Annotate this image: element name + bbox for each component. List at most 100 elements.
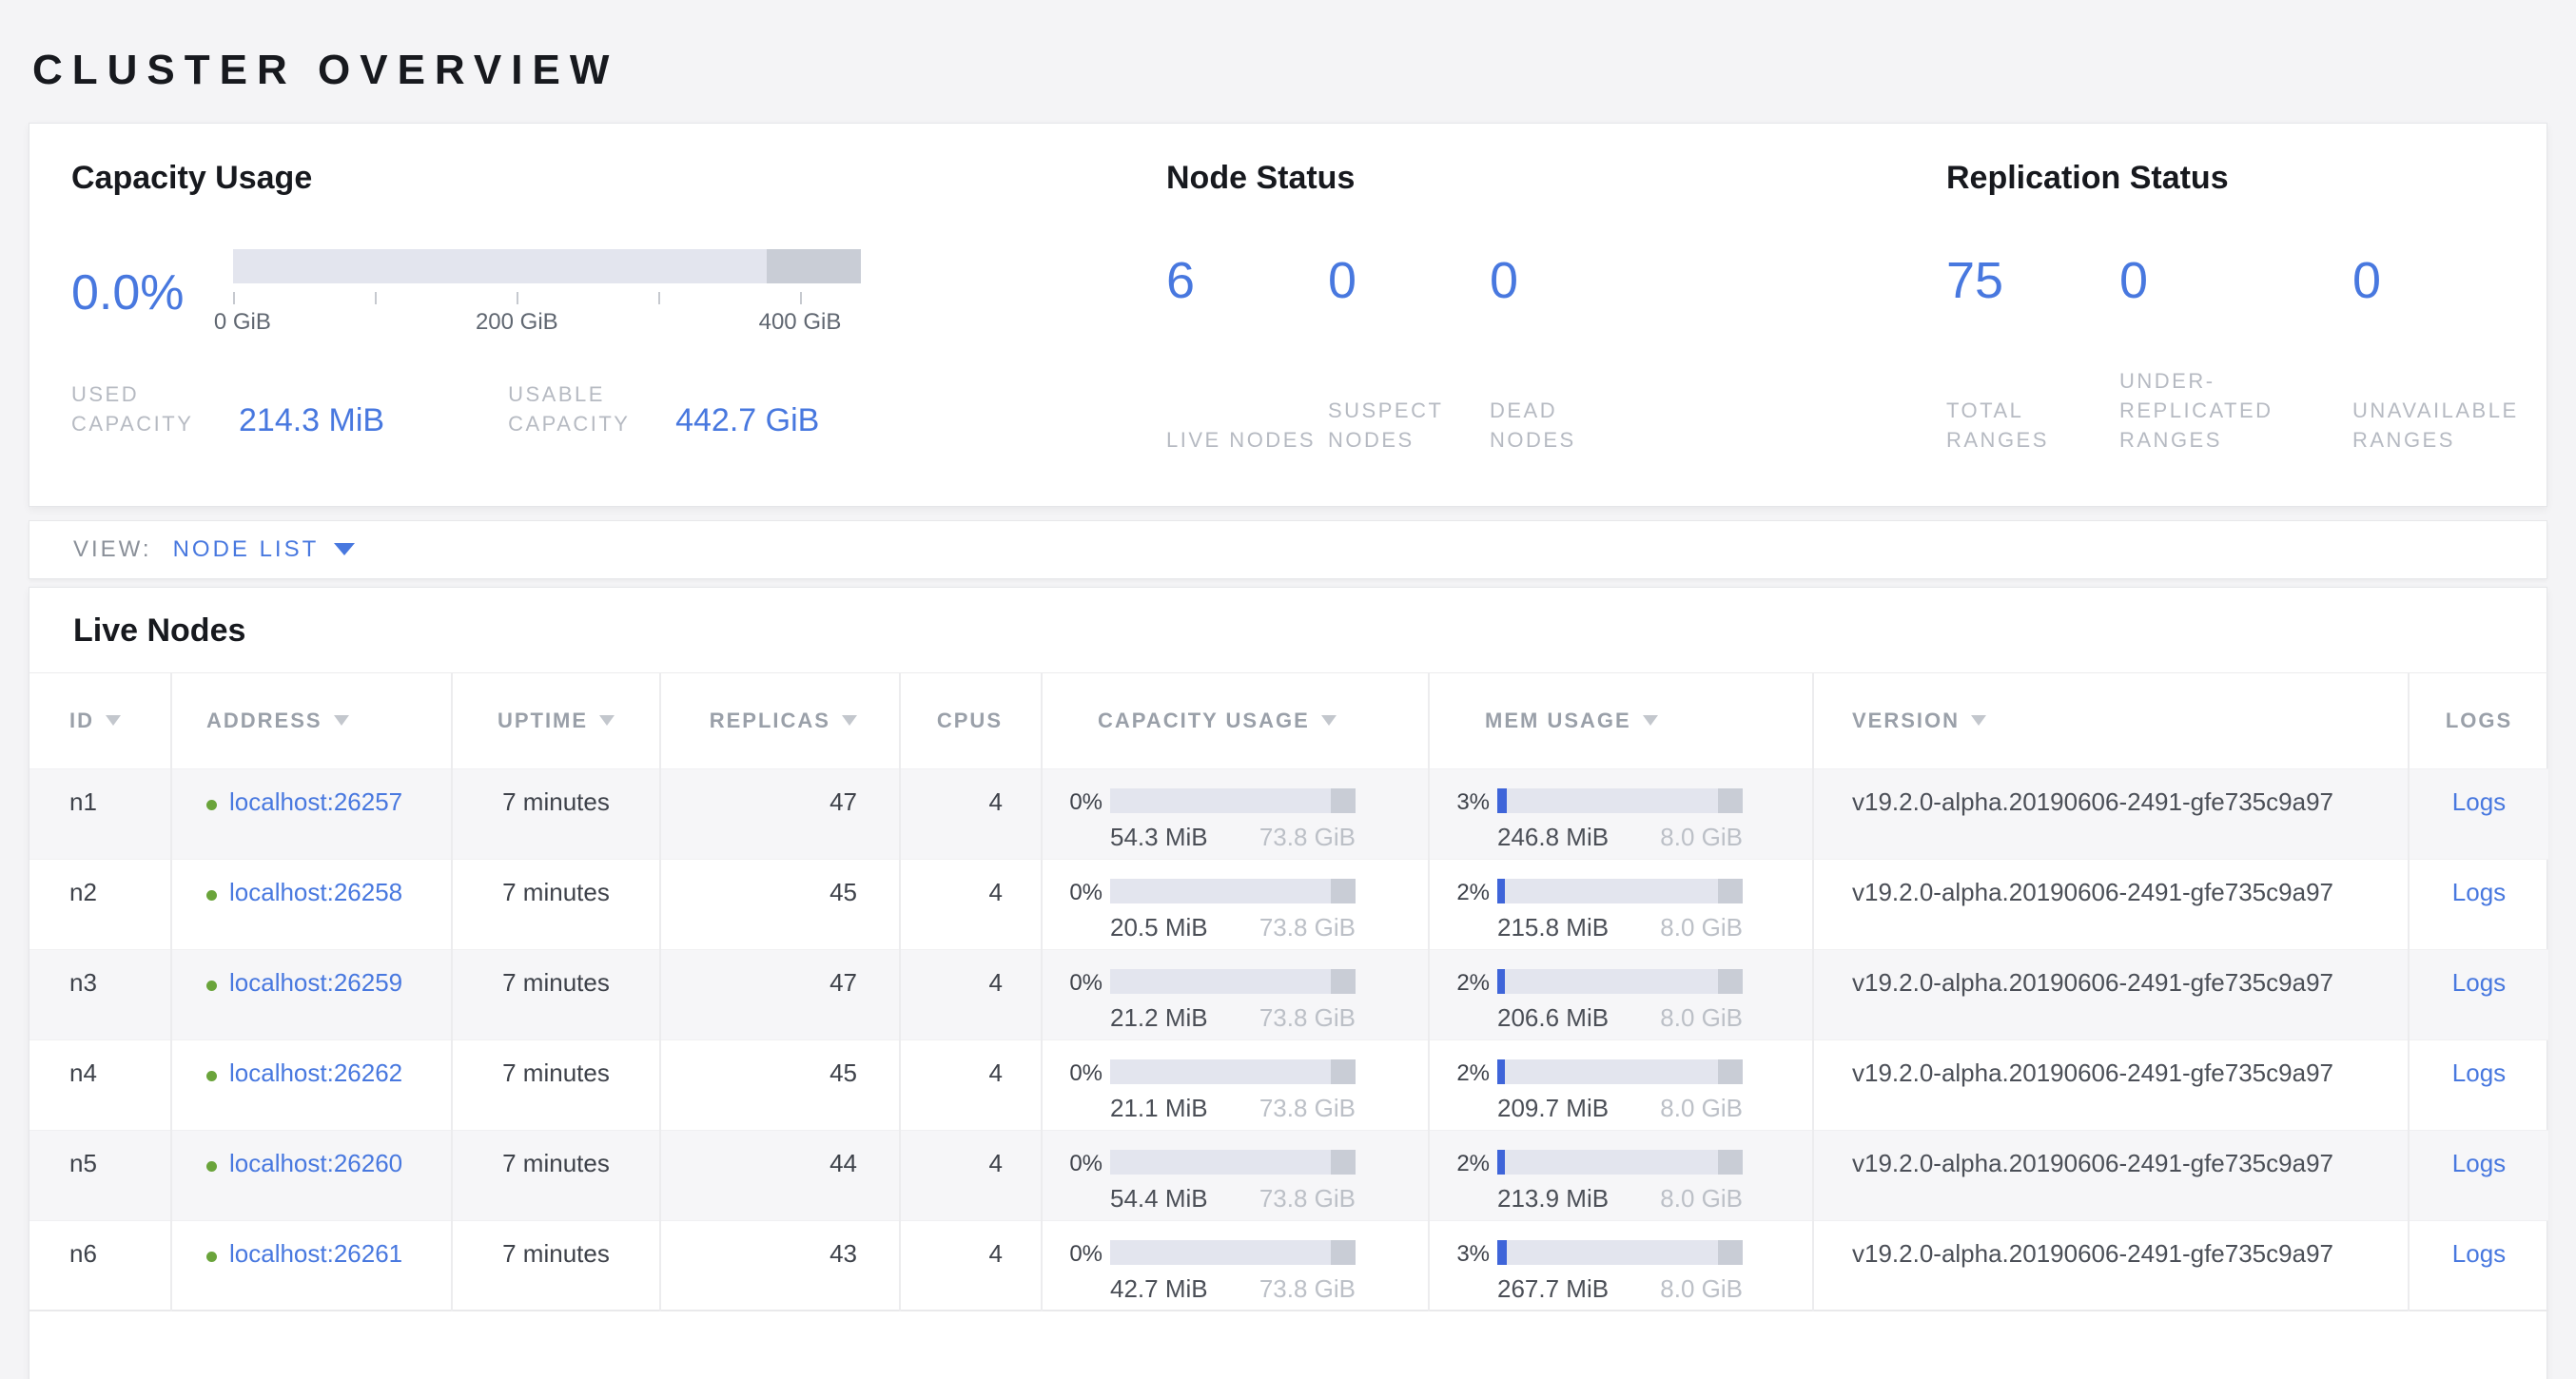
node-uptime: 7 minutes (452, 768, 660, 859)
mem-usage-cell: 3% 246.8 MiB8.0 GiB (1429, 768, 1813, 859)
total-ranges-metric: 75 TOTAL RANGES (1946, 251, 2119, 455)
capacity-usage-cell: 0% 54.4 MiB73.8 GiB (1042, 1130, 1429, 1220)
capacity-used-value: 54.3 MiB (1110, 823, 1208, 851)
column-header-uptime[interactable]: UPTIME (452, 672, 660, 768)
mem-reserved-segment (1718, 969, 1743, 994)
capacity-total-value: 73.8 GiB (1259, 913, 1356, 942)
capacity-used-value: 21.1 MiB (1110, 1094, 1208, 1122)
node-address-cell: localhost:26258 (171, 859, 452, 949)
node-replicas: 47 (660, 768, 900, 859)
node-address-link[interactable]: localhost:26260 (229, 1149, 402, 1177)
column-header-mem-usage[interactable]: MEM USAGE (1429, 672, 1813, 768)
axis-label: 400 GiB (759, 309, 842, 336)
node-status-heading: Node Status (1166, 158, 1946, 198)
column-header-address[interactable]: ADDRESS (171, 672, 452, 768)
unavailable-ranges-label: UNAVAILABLE RANGES (2352, 396, 2505, 455)
mem-reserved-segment (1718, 1059, 1743, 1084)
capacity-usage-cell: 0% 20.5 MiB73.8 GiB (1042, 859, 1429, 949)
mem-usage-fill (1497, 879, 1505, 903)
node-replicas: 45 (660, 859, 900, 949)
capacity-used-value: 54.4 MiB (1110, 1184, 1208, 1213)
table-header-row: ID ADDRESS UPTIME REPLICAS CPUS CAPACITY… (29, 672, 2548, 768)
sort-icon (1971, 715, 1986, 726)
node-logs-cell: Logs (2409, 859, 2548, 949)
node-id: n6 (29, 1220, 171, 1311)
node-version: v19.2.0-alpha.20190606-2491-gfe735c9a97 (1813, 1039, 2409, 1130)
capacity-usage-bar (1110, 969, 1356, 994)
node-address-cell: localhost:26260 (171, 1130, 452, 1220)
node-address-link[interactable]: localhost:26262 (229, 1059, 402, 1087)
sort-icon (842, 715, 857, 726)
node-cpus: 4 (900, 768, 1042, 859)
capacity-reserved-segment (1331, 1150, 1356, 1175)
mem-reserved-segment (1718, 1150, 1743, 1175)
column-header-id[interactable]: ID (29, 672, 171, 768)
capacity-usage-cell: 0% 54.3 MiB73.8 GiB (1042, 768, 1429, 859)
capacity-reserved-segment (1331, 969, 1356, 994)
usable-capacity-value: 442.7 GiB (675, 402, 819, 438)
under-replicated-ranges-metric: 0 UNDER-REPLICATED RANGES (2119, 251, 2352, 455)
capacity-percent-value: 0% (1044, 1150, 1103, 1213)
dead-nodes-count: 0 (1490, 251, 1661, 310)
column-header-version[interactable]: VERSION (1813, 672, 2409, 768)
logs-link[interactable]: Logs (2452, 1239, 2506, 1268)
total-ranges-count: 75 (1946, 251, 2119, 310)
capacity-usage-heading: Capacity Usage (71, 158, 1166, 198)
node-id: n1 (29, 768, 171, 859)
capacity-reserved-segment (1331, 1059, 1356, 1084)
capacity-usage-section: Capacity Usage 0.0% 0 GiB (71, 158, 1166, 506)
capacity-reserved-segment (1331, 788, 1356, 813)
node-id: n4 (29, 1039, 171, 1130)
capacity-percent: 0.0% (71, 264, 233, 321)
mem-usage-fill (1497, 969, 1505, 994)
cluster-overview-page: CLUSTER OVERVIEW Capacity Usage 0.0% (0, 0, 2576, 1379)
mem-used-value: 206.6 MiB (1497, 1003, 1609, 1032)
mem-usage-cell: 2% 215.8 MiB8.0 GiB (1429, 859, 1813, 949)
capacity-percent-value: 0% (1044, 879, 1103, 942)
under-replicated-ranges-count: 0 (2119, 251, 2352, 310)
logs-link[interactable]: Logs (2452, 1149, 2506, 1177)
column-header-replicas[interactable]: REPLICAS (660, 672, 900, 768)
used-capacity-value: 214.3 MiB (239, 402, 384, 438)
capacity-total-value: 73.8 GiB (1259, 1274, 1356, 1303)
mem-usage-bar (1497, 1240, 1743, 1265)
capacity-usage-cell: 0% 21.2 MiB73.8 GiB (1042, 949, 1429, 1039)
suspect-nodes-metric: 0 SUSPECT NODES (1328, 251, 1490, 455)
mem-usage-fill (1497, 1240, 1507, 1265)
node-uptime: 7 minutes (452, 1039, 660, 1130)
node-status-section: Node Status 6 LIVE NODES 0 SUSPECT NODES… (1166, 158, 1946, 506)
capacity-reserved-segment (1331, 879, 1356, 903)
node-address-link[interactable]: localhost:26259 (229, 968, 402, 997)
mem-used-value: 246.8 MiB (1497, 823, 1609, 851)
node-address-link[interactable]: localhost:26258 (229, 878, 402, 906)
capacity-usage-bar (1110, 1240, 1356, 1265)
axis-label: 200 GiB (476, 309, 558, 336)
node-replicas: 47 (660, 949, 900, 1039)
view-label: VIEW: (73, 536, 152, 563)
logs-link[interactable]: Logs (2452, 878, 2506, 906)
capacity-bar-reserved-segment (767, 249, 861, 283)
node-address-link[interactable]: localhost:26261 (229, 1239, 402, 1268)
logs-link[interactable]: Logs (2452, 1059, 2506, 1087)
mem-usage-fill (1497, 1150, 1505, 1175)
logs-link[interactable]: Logs (2452, 968, 2506, 997)
capacity-percent-value: 0% (1044, 1240, 1103, 1303)
mem-reserved-segment (1718, 1240, 1743, 1265)
node-live-status-icon (206, 1071, 217, 1081)
sort-icon (599, 715, 615, 726)
node-version: v19.2.0-alpha.20190606-2491-gfe735c9a97 (1813, 859, 2409, 949)
live-nodes-heading: Live Nodes (29, 588, 2547, 672)
capacity-total-value: 73.8 GiB (1259, 1094, 1356, 1122)
used-capacity-label: USED CAPACITY (71, 379, 214, 438)
node-logs-cell: Logs (2409, 949, 2548, 1039)
mem-percent-value: 2% (1431, 1059, 1490, 1122)
node-address-cell: localhost:26261 (171, 1220, 452, 1311)
column-header-capacity-usage[interactable]: CAPACITY USAGE (1042, 672, 1429, 768)
view-mode-dropdown[interactable]: NODE LIST (173, 536, 356, 563)
logs-link[interactable]: Logs (2452, 787, 2506, 816)
page-title: CLUSTER OVERVIEW (0, 28, 2576, 94)
node-address-link[interactable]: localhost:26257 (229, 787, 402, 816)
node-address-cell: localhost:26257 (171, 768, 452, 859)
mem-used-value: 213.9 MiB (1497, 1184, 1609, 1213)
capacity-reserved-segment (1331, 1240, 1356, 1265)
